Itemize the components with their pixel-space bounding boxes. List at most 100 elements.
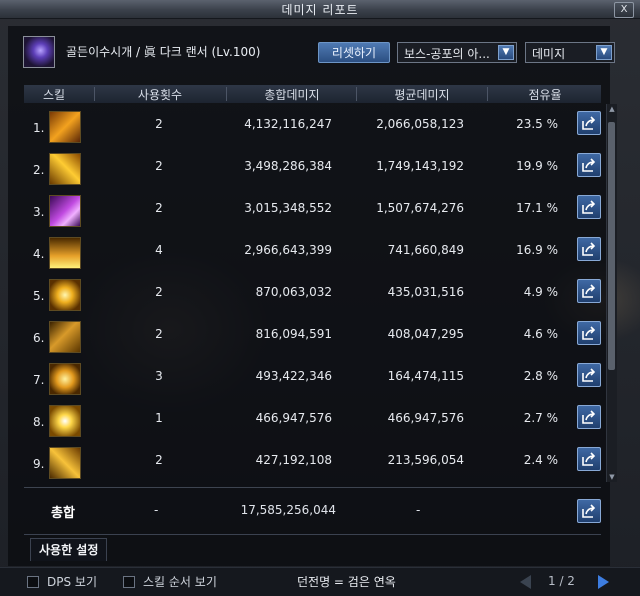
total-damage: 427,192,108 bbox=[255, 453, 332, 467]
share-button[interactable] bbox=[577, 195, 601, 219]
avg-damage: 741,660,849 bbox=[387, 243, 464, 257]
dungeon-status: 던전명 = 검은 연옥 bbox=[297, 575, 396, 589]
share-button[interactable] bbox=[577, 447, 601, 471]
share-icon bbox=[582, 200, 596, 214]
avg-damage: 408,047,295 bbox=[387, 327, 464, 341]
reset-button[interactable]: 리셋하기 bbox=[318, 42, 390, 63]
total-uses: - bbox=[154, 503, 159, 517]
dps-label: DPS 보기 bbox=[47, 575, 97, 589]
metric-select[interactable]: 데미지 ▼ bbox=[525, 42, 615, 63]
skill-icon-8 bbox=[49, 405, 81, 437]
share: 16.9 % bbox=[516, 243, 558, 257]
chevron-down-icon[interactable]: ▼ bbox=[498, 45, 514, 60]
target-select-value: 보스-공포의 아... bbox=[404, 47, 490, 61]
total-label: 총합 bbox=[51, 506, 75, 521]
share-button[interactable] bbox=[577, 237, 601, 261]
table-scrollbar[interactable]: ▲ ▼ bbox=[606, 104, 617, 482]
table-row[interactable]: 2. 2 3,498,286,384 1,749,143,192 19.9 % bbox=[24, 146, 601, 188]
share-icon bbox=[582, 284, 596, 298]
table-row[interactable]: 7. 3 493,422,346 164,474,115 2.8 % bbox=[24, 356, 601, 398]
chevron-down-icon[interactable]: ▼ bbox=[596, 45, 612, 60]
share-icon bbox=[582, 368, 596, 382]
header-skill[interactable]: 스킬 bbox=[24, 86, 84, 103]
uses: 2 bbox=[155, 159, 163, 173]
share-button[interactable] bbox=[577, 279, 601, 303]
target-select[interactable]: 보스-공포의 아... ▼ bbox=[397, 42, 517, 63]
total-damage: 466,947,576 bbox=[255, 411, 332, 425]
header-average[interactable]: 평균데미지 bbox=[358, 86, 486, 103]
prev-page-icon[interactable] bbox=[520, 575, 531, 589]
share: 4.9 % bbox=[523, 285, 558, 299]
tab-used-settings[interactable]: 사용한 설정 bbox=[30, 538, 108, 561]
skill-icon-6 bbox=[49, 321, 81, 353]
total-damage: 3,015,348,552 bbox=[244, 201, 332, 215]
share: 2.7 % bbox=[523, 411, 558, 425]
skill-icon-2 bbox=[49, 153, 81, 185]
share-button[interactable] bbox=[577, 321, 601, 345]
close-button[interactable]: X bbox=[614, 2, 634, 18]
uses: 2 bbox=[155, 453, 163, 467]
dps-checkbox[interactable] bbox=[27, 576, 39, 588]
uses: 3 bbox=[155, 369, 163, 383]
total-damage-sum: 17,585,256,044 bbox=[240, 503, 336, 517]
uses: 4 bbox=[155, 243, 163, 257]
avg-damage: 164,474,115 bbox=[387, 369, 464, 383]
character-portrait-icon bbox=[23, 36, 55, 68]
rank: 9. bbox=[33, 457, 45, 471]
table-row[interactable]: 3. 2 3,015,348,552 1,507,674,276 17.1 % bbox=[24, 188, 601, 230]
rank: 7. bbox=[33, 373, 45, 387]
total-damage: 816,094,591 bbox=[255, 327, 332, 341]
header-share[interactable]: 점유율 bbox=[489, 86, 601, 103]
next-page-icon[interactable] bbox=[598, 575, 609, 589]
share: 19.9 % bbox=[516, 159, 558, 173]
rank: 8. bbox=[33, 415, 45, 429]
header-divider bbox=[94, 87, 95, 101]
skill-icon-5 bbox=[49, 279, 81, 311]
avg-damage: 213,596,054 bbox=[387, 453, 464, 467]
scroll-thumb[interactable] bbox=[608, 122, 615, 370]
total-damage: 4,132,116,247 bbox=[244, 117, 332, 131]
character-name: 골든이수시개 / 眞 다크 랜서 (Lv.100) bbox=[66, 45, 261, 59]
scroll-down-icon[interactable]: ▼ bbox=[607, 472, 617, 482]
share-button[interactable] bbox=[577, 111, 601, 135]
table-row[interactable]: 8. 1 466,947,576 466,947,576 2.7 % bbox=[24, 398, 601, 440]
table-row[interactable]: 1. 2 4,132,116,247 2,066,058,123 23.5 % bbox=[24, 104, 601, 146]
rank: 2. bbox=[33, 163, 45, 177]
uses: 2 bbox=[155, 285, 163, 299]
rank: 3. bbox=[33, 205, 45, 219]
header-divider bbox=[226, 87, 227, 101]
skill-icon-9 bbox=[49, 447, 81, 479]
skill-order-checkbox[interactable] bbox=[123, 576, 135, 588]
skill-icon-1 bbox=[49, 111, 81, 143]
uses: 2 bbox=[155, 201, 163, 215]
total-divider bbox=[24, 487, 601, 488]
page-indicator: 1 / 2 bbox=[548, 574, 575, 588]
uses: 2 bbox=[155, 327, 163, 341]
bottom-bar: DPS 보기 스킬 순서 보기 던전명 = 검은 연옥 1 / 2 bbox=[0, 567, 640, 596]
share-icon bbox=[582, 326, 596, 340]
table-row[interactable]: 5. 2 870,063,032 435,031,516 4.9 % bbox=[24, 272, 601, 314]
window-title: 데미지 리포트 bbox=[281, 3, 359, 17]
header-uses[interactable]: 사용횟수 bbox=[96, 86, 224, 103]
table-row[interactable]: 6. 2 816,094,591 408,047,295 4.6 % bbox=[24, 314, 601, 356]
header-total[interactable]: 총합데미지 bbox=[228, 86, 356, 103]
total-damage: 2,966,643,399 bbox=[244, 243, 332, 257]
header-divider bbox=[487, 87, 488, 101]
share-button[interactable] bbox=[577, 153, 601, 177]
avg-damage: 2,066,058,123 bbox=[376, 117, 464, 131]
share-icon bbox=[582, 158, 596, 172]
share-total-button[interactable] bbox=[577, 499, 601, 523]
metric-select-value: 데미지 bbox=[532, 47, 566, 61]
share: 17.1 % bbox=[516, 201, 558, 215]
table-row[interactable]: 9. 2 427,192,108 213,596,054 2.4 % bbox=[24, 440, 601, 482]
share: 2.8 % bbox=[523, 369, 558, 383]
uses: 1 bbox=[155, 411, 163, 425]
total-average: - bbox=[416, 503, 421, 517]
table-row[interactable]: 4. 4 2,966,643,399 741,660,849 16.9 % bbox=[24, 230, 601, 272]
share-icon bbox=[582, 410, 596, 424]
share-button[interactable] bbox=[577, 405, 601, 429]
window-titlebar[interactable]: 데미지 리포트 X bbox=[0, 0, 640, 19]
total-damage: 493,422,346 bbox=[255, 369, 332, 383]
share-button[interactable] bbox=[577, 363, 601, 387]
scroll-up-icon[interactable]: ▲ bbox=[607, 104, 617, 114]
